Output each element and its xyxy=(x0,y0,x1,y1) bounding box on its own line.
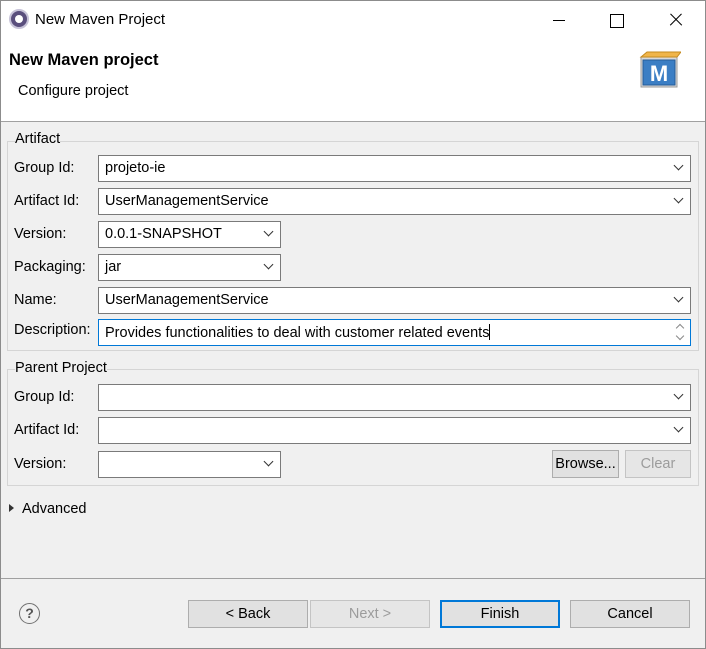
description-field[interactable]: Provides functionalities to deal with cu… xyxy=(98,319,691,346)
artifact-legend: Artifact xyxy=(15,131,61,147)
chevron-down-icon[interactable] xyxy=(672,194,686,208)
parent-project-legend: Parent Project xyxy=(15,360,107,376)
scroll-down-icon[interactable] xyxy=(675,333,685,343)
version-combo[interactable]: 0.0.1-SNAPSHOT xyxy=(98,221,281,248)
parent-artifact-id-combo[interactable] xyxy=(98,417,691,444)
scroll-up-icon[interactable] xyxy=(675,322,685,332)
version-value: 0.0.1-SNAPSHOT xyxy=(105,226,222,242)
back-button[interactable]: < Back xyxy=(188,600,308,628)
parent-version-label: Version: xyxy=(14,456,67,472)
cancel-button[interactable]: Cancel xyxy=(570,600,690,628)
next-button[interactable]: Next > xyxy=(310,600,430,628)
packaging-combo[interactable]: jar xyxy=(98,254,281,281)
parent-version-combo[interactable] xyxy=(98,451,281,478)
parent-group-id-label: Group Id: xyxy=(14,389,75,405)
wizard-title: New Maven project xyxy=(9,51,159,69)
chevron-down-icon[interactable] xyxy=(672,161,686,175)
name-combo[interactable]: UserManagementService xyxy=(98,287,691,314)
chevron-down-icon[interactable] xyxy=(262,457,276,471)
version-label: Version: xyxy=(14,226,67,242)
advanced-section-toggle[interactable]: Advanced xyxy=(9,501,87,517)
window-title: New Maven Project xyxy=(35,11,166,28)
expand-triangle-icon[interactable] xyxy=(9,504,14,512)
description-label: Description: xyxy=(14,322,91,338)
group-id-value: projeto-ie xyxy=(105,160,166,176)
clear-button[interactable]: Clear xyxy=(625,450,691,478)
group-id-combo[interactable]: projeto-ie xyxy=(98,155,691,182)
maven-logo-icon: M xyxy=(639,51,681,88)
browse-button[interactable]: Browse... xyxy=(552,450,619,478)
parent-group-id-combo[interactable] xyxy=(98,384,691,411)
title-bar: New Maven Project xyxy=(1,1,705,39)
new-maven-project-dialog: New Maven Project New Maven project Conf… xyxy=(0,0,706,649)
wizard-subtitle: Configure project xyxy=(18,83,129,99)
artifact-id-value: UserManagementService xyxy=(105,193,269,209)
parent-artifact-id-label: Artifact Id: xyxy=(14,422,80,438)
packaging-value: jar xyxy=(105,259,122,275)
chevron-down-icon[interactable] xyxy=(262,227,276,241)
close-button[interactable] xyxy=(647,1,705,39)
help-icon[interactable]: ? xyxy=(19,603,40,624)
chevron-down-icon[interactable] xyxy=(672,423,686,437)
chevron-down-icon[interactable] xyxy=(672,390,686,404)
artifact-id-label: Artifact Id: xyxy=(14,193,80,209)
eclipse-app-icon xyxy=(9,9,29,29)
artifact-id-combo[interactable]: UserManagementService xyxy=(98,188,691,215)
minimize-button[interactable] xyxy=(531,1,589,39)
finish-button[interactable]: Finish xyxy=(440,600,560,628)
name-value: UserManagementService xyxy=(105,292,269,308)
chevron-down-icon[interactable] xyxy=(262,260,276,274)
footer-divider xyxy=(1,578,705,579)
chevron-down-icon[interactable] xyxy=(672,293,686,307)
description-value: Provides functionalities to deal with cu… xyxy=(105,325,490,341)
svg-text:M: M xyxy=(650,61,668,86)
name-label: Name: xyxy=(14,292,57,308)
maximize-button[interactable] xyxy=(589,1,647,39)
text-caret xyxy=(489,324,491,340)
packaging-label: Packaging: xyxy=(14,259,86,275)
group-id-label: Group Id: xyxy=(14,160,75,176)
wizard-header: New Maven project Configure project M xyxy=(1,39,705,122)
advanced-label: Advanced xyxy=(22,501,87,517)
